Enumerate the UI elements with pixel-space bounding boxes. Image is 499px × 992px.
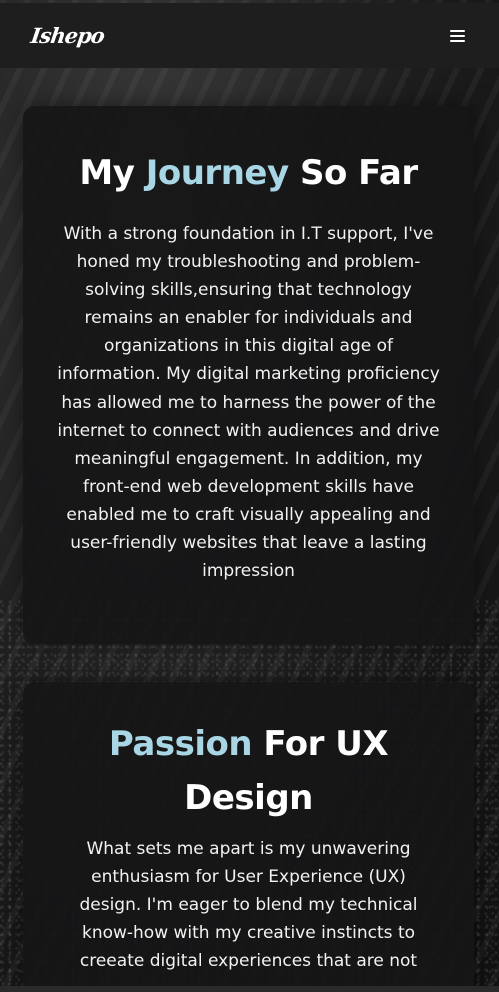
passion-card: Passion For UX Design What sets me apart… — [23, 682, 474, 992]
navbar: Ishepo — [0, 3, 499, 68]
journey-title-accent: Journey — [145, 153, 289, 193]
menu-line — [450, 29, 465, 32]
journey-title: My Journey So Far — [23, 146, 474, 200]
journey-card: My Journey So Far With a strong foundati… — [23, 106, 474, 644]
passion-title-accent: Passion — [108, 724, 253, 764]
journey-body: With a strong foundation in I.T support,… — [57, 224, 440, 582]
hamburger-menu-icon[interactable] — [450, 29, 465, 42]
menu-line — [450, 39, 465, 42]
logo[interactable]: Ishepo — [29, 23, 105, 48]
menu-line — [450, 34, 465, 37]
bottom-edge — [0, 986, 499, 992]
journey-title-prefix: My — [79, 153, 146, 193]
passion-title: Passion For UX Design — [23, 717, 474, 825]
passion-body: What sets me apart is my unwavering enth… — [79, 839, 418, 972]
journey-title-suffix: So Far — [288, 153, 418, 193]
